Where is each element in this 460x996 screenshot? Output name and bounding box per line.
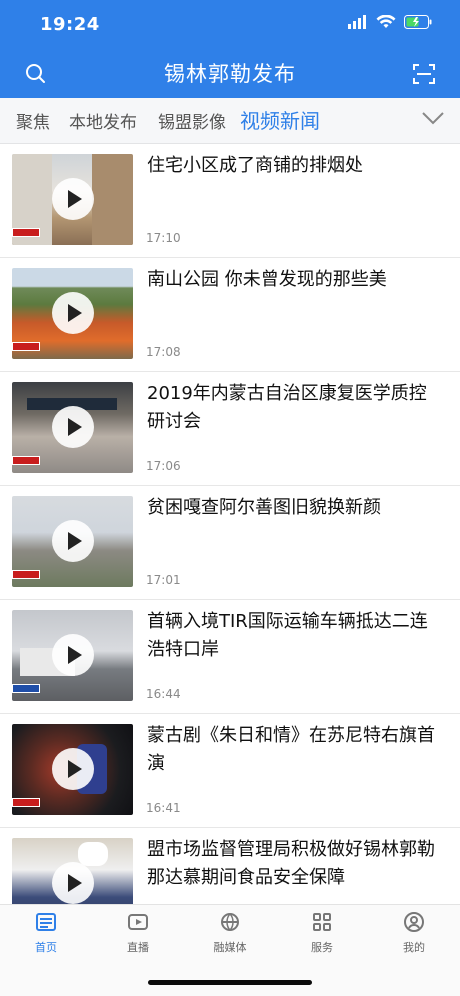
- play-icon: [52, 406, 94, 448]
- page-title: 锡林郭勒发布: [164, 62, 296, 86]
- bottom-tab-label: 首页: [35, 941, 57, 954]
- news-item[interactable]: 首辆入境TIR国际运输车辆抵达二连浩特口岸 16:44: [0, 600, 460, 714]
- news-thumbnail: [12, 838, 133, 904]
- play-icon: [52, 520, 94, 562]
- play-icon: [52, 634, 94, 676]
- bottom-tab-live[interactable]: 直播: [98, 911, 178, 955]
- news-title: 2019年内蒙古自治区康复医学质控研讨会: [147, 383, 427, 432]
- battery-icon: [404, 14, 432, 33]
- signal-icon: [348, 14, 368, 33]
- news-time: 17:08: [146, 345, 181, 359]
- bottom-tab-label: 融媒体: [213, 941, 247, 954]
- grid-icon: [311, 911, 333, 933]
- news-title: 南山公园 你未曾发现的那些美: [147, 269, 387, 290]
- news-thumbnail: [12, 268, 133, 359]
- news-time: 17:01: [146, 573, 181, 587]
- news-thumbnail: [12, 610, 133, 701]
- news-item[interactable]: 盟市场监督管理局积极做好锡林郭勒那达慕期间食品安全保障: [0, 828, 460, 904]
- bottom-tab-service[interactable]: 服务: [282, 911, 362, 955]
- play-icon: [52, 178, 94, 220]
- status-icons: [348, 14, 432, 33]
- news-time: 16:41: [146, 801, 181, 815]
- news-icon: [35, 911, 57, 933]
- play-icon: [127, 911, 149, 933]
- news-item[interactable]: 住宅小区成了商铺的排烟处 17:10: [0, 144, 460, 258]
- bottom-tab-media[interactable]: 融媒体: [190, 911, 270, 955]
- news-time: 17:06: [146, 459, 181, 473]
- user-icon: [403, 911, 425, 933]
- tab-focus[interactable]: 聚焦: [16, 108, 50, 133]
- status-time: 19:24: [40, 14, 100, 35]
- news-time: 16:44: [146, 687, 181, 701]
- bottom-tab-me[interactable]: 我的: [374, 911, 454, 955]
- category-tabs: 聚焦 本地发布 锡盟影像 视频新闻: [0, 98, 460, 144]
- tab-video-news[interactable]: 视频新闻: [240, 105, 320, 134]
- news-thumbnail: [12, 496, 133, 587]
- news-title: 盟市场监督管理局积极做好锡林郭勒那达慕期间食品安全保障: [147, 839, 435, 888]
- news-title: 贫困嘎查阿尔善图旧貌换新颜: [147, 497, 381, 518]
- news-item[interactable]: 贫困嘎查阿尔善图旧貌换新颜 17:01: [0, 486, 460, 600]
- play-icon: [52, 292, 94, 334]
- news-thumbnail: [12, 724, 133, 815]
- news-thumbnail: [12, 382, 133, 473]
- tab-local[interactable]: 本地发布: [69, 108, 137, 133]
- news-title: 住宅小区成了商铺的排烟处: [147, 155, 363, 176]
- bottom-tab-home[interactable]: 首页: [6, 911, 86, 955]
- tab-images[interactable]: 锡盟影像: [158, 108, 226, 133]
- bottom-tab-label: 服务: [311, 941, 333, 954]
- news-list: 住宅小区成了商铺的排烟处 17:10 南山公园 你未曾发现的那些美 17:08 …: [0, 144, 460, 904]
- globe-icon: [219, 911, 241, 933]
- news-time: 17:10: [146, 231, 181, 245]
- bottom-tab-label: 直播: [127, 941, 149, 954]
- news-item[interactable]: 蒙古剧《朱日和情》在苏尼特右旗首演 16:41: [0, 714, 460, 828]
- bottom-tab-label: 我的: [403, 941, 425, 954]
- chevron-down-icon[interactable]: [420, 108, 446, 128]
- home-indicator: [148, 980, 312, 985]
- news-item[interactable]: 南山公园 你未曾发现的那些美 17:08: [0, 258, 460, 372]
- play-icon: [52, 862, 94, 904]
- news-title: 首辆入境TIR国际运输车辆抵达二连浩特口岸: [147, 611, 428, 660]
- scan-icon[interactable]: [410, 60, 438, 88]
- play-icon: [52, 748, 94, 790]
- news-title: 蒙古剧《朱日和情》在苏尼特右旗首演: [147, 725, 435, 774]
- wifi-icon: [376, 14, 396, 33]
- app-header: 19:24 锡林郭勒发布: [0, 0, 460, 98]
- news-thumbnail: [12, 154, 133, 245]
- news-item[interactable]: 2019年内蒙古自治区康复医学质控研讨会 17:06: [0, 372, 460, 486]
